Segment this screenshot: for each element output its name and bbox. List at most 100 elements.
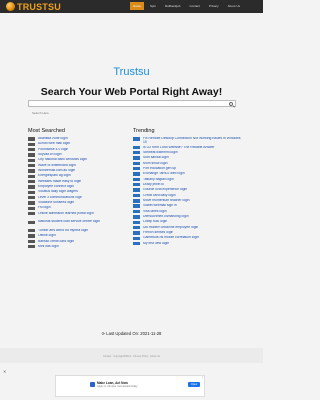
list-badge (28, 163, 35, 168)
list-item-link[interactable]: Acrobi web mail login (38, 142, 70, 146)
list-item-link[interactable]: My first 4ew login (143, 242, 169, 246)
list-badge (133, 215, 140, 219)
ad-info-icon[interactable]: i (202, 376, 203, 379)
list-item-link[interactable]: Mom show login (143, 162, 168, 166)
trending-list: Fix Remote Desktop Connection Not Workin… (133, 137, 243, 247)
list-item-link[interactable]: National student loan service centre log… (38, 220, 100, 224)
list-item-link[interactable]: Vocatus daily login wagers (38, 190, 78, 194)
list-item-link[interactable]: Stelbeat.wikemmi.login (143, 151, 178, 155)
list-item[interactable]: Mini nas login (28, 245, 128, 250)
list-item[interactable]: Fix Remote Desktop Connection Not Workin… (133, 137, 243, 146)
close-ad-icon[interactable]: ✕ (3, 369, 6, 374)
list-item-link[interactable]: Move momentum teacher login (143, 199, 190, 203)
nav-about-us[interactable]: About Us (225, 2, 243, 10)
list-badge (28, 195, 35, 200)
nav-privacy[interactable]: Privacy (206, 2, 222, 10)
nav-home[interactable]: Home (129, 2, 144, 10)
list-item-link[interactable]: Online admission learned portal login (38, 212, 94, 216)
list-item-link[interactable]: Tumblr arts world bd myntra login (38, 229, 88, 233)
list-item[interactable]: My first 4ew login (133, 242, 243, 247)
list-badge (133, 225, 140, 230)
logo-text: TRUSTSU (17, 1, 61, 12)
list-badge (133, 145, 140, 150)
list-badge (28, 174, 35, 178)
last-updated-text: Last Updated On: 2021-11-28 (106, 331, 162, 336)
list-item-link[interactable]: Is O2 Kem Lund Website? The Reliable Ans… (143, 146, 215, 150)
list-badge (133, 156, 140, 160)
list-badge (133, 241, 140, 246)
list-item-link[interactable]: Viabet webmail sign in (143, 204, 177, 208)
list-badge (133, 188, 140, 192)
list-badge (28, 185, 35, 189)
list-badge (133, 161, 140, 166)
nav-rollbackjob[interactable]: Rollbackjob (162, 2, 184, 10)
list-item-link[interactable]: Employee connect login (38, 185, 74, 189)
list-item-link[interactable]: Lobeji sulu login (143, 220, 167, 224)
list-item-link[interactable]: Poundwise 4.0 login (38, 148, 68, 152)
list-item-link[interactable]: Offline login (38, 234, 56, 238)
ad-open-button[interactable]: Open (188, 382, 200, 387)
list-item-link[interactable]: Ulk modern urbanine employee login (143, 226, 198, 230)
footer-links[interactable]: Contact · Copyright/DMCA · Privacy Polic… (0, 355, 263, 358)
list-badge (28, 239, 35, 244)
list-item[interactable]: Online admission learned portal login (28, 212, 128, 221)
list-item-link[interactable]: Gourde oval experience login (143, 188, 187, 192)
last-updated: ⟳ Last Updated On: 2021-11-28 (0, 331, 263, 336)
top-navigation-bar: TRUSTSU Home Spin Rollbackjob Contact Pr… (0, 0, 263, 13)
list-badge (28, 229, 35, 233)
trending-section: Trending Fix Remote Desktop Connection N… (133, 128, 243, 247)
list-item-link[interactable]: Exchange Tarn02 web login (143, 172, 185, 176)
list-item-link[interactable]: French senses login (143, 231, 173, 235)
nav-spin[interactable]: Spin (147, 2, 159, 10)
list-item-link[interactable]: Wave M whiteboard login (38, 164, 76, 168)
list-item[interactable]: National student loan service centre log… (28, 220, 128, 229)
refresh-icon: ⟳ (101, 331, 106, 336)
site-logo[interactable]: TRUSTSU (6, 1, 61, 12)
nav-contact[interactable]: Contact (186, 2, 202, 10)
most-searched-list: Atlantida zone login Acrobi web mail logi… (28, 137, 128, 250)
list-item-link[interactable]: Atlantida zone login (38, 137, 68, 141)
list-badge (133, 199, 140, 203)
list-item-link[interactable]: Bansko credit card login (38, 240, 74, 244)
list-item-link[interactable]: Fsl login (38, 206, 51, 210)
page-headline: Search Your Web Portal Right Away! (40, 86, 223, 98)
list-badge (28, 137, 35, 141)
list-item-link[interactable]: Energiespark ag login (38, 174, 71, 178)
list-badge (133, 209, 140, 214)
list-item-link[interactable]: Dusty jewel io (143, 183, 164, 187)
list-item-link[interactable]: Skyvalt.ch login (38, 153, 62, 157)
search-icon[interactable] (229, 102, 233, 106)
list-item-link[interactable]: Level 3 communications login (38, 196, 82, 200)
list-item-link[interactable]: Utersuchmen.ch/banking login (143, 215, 189, 219)
list-badge (28, 147, 35, 152)
list-badge (133, 204, 140, 208)
list-badge (28, 142, 35, 146)
list-item-link[interactable]: Port education gen up (143, 167, 176, 171)
list-item-link[interactable]: Tatkany bagtail login (143, 178, 174, 182)
list-badge (28, 153, 35, 157)
list-badge (133, 193, 140, 198)
list-item-link[interactable]: Websites made easy to login (38, 180, 81, 184)
list-badge (28, 169, 35, 173)
list-badge (28, 206, 35, 211)
list-item-link[interactable]: Visa lanes login (143, 210, 167, 214)
list-item-link[interactable]: Credit card daily login (143, 194, 176, 198)
list-item-link[interactable]: Vodafone suriseed login (38, 201, 74, 205)
list-item-link[interactable]: Fix Remote Desktop Connection Not Workin… (143, 137, 243, 145)
search-box (28, 100, 236, 116)
list-badge (133, 231, 140, 235)
ad-subtitle: Apply in minutes. Get started today. (97, 385, 138, 388)
logo-icon (6, 2, 15, 11)
list-item-link[interactable]: Gamebuilt-rls mobile correlation login (143, 236, 199, 240)
list-item-link[interactable]: Wordfemail.com.au login (38, 169, 75, 173)
list-item-link[interactable]: City national bank windows login (38, 158, 87, 162)
brand-title: Trustsu (113, 66, 150, 78)
list-badge (133, 137, 140, 141)
list-item-link[interactable]: Sidh sandal login (143, 156, 169, 160)
list-badge (28, 201, 35, 205)
list-badge (133, 236, 140, 240)
list-badge (28, 179, 35, 184)
search-input[interactable] (29, 110, 224, 116)
ad-banner[interactable]: Make Loan, Act Now Apply in minutes. Get… (55, 375, 205, 397)
list-item-link[interactable]: Mini nas login (38, 245, 59, 249)
